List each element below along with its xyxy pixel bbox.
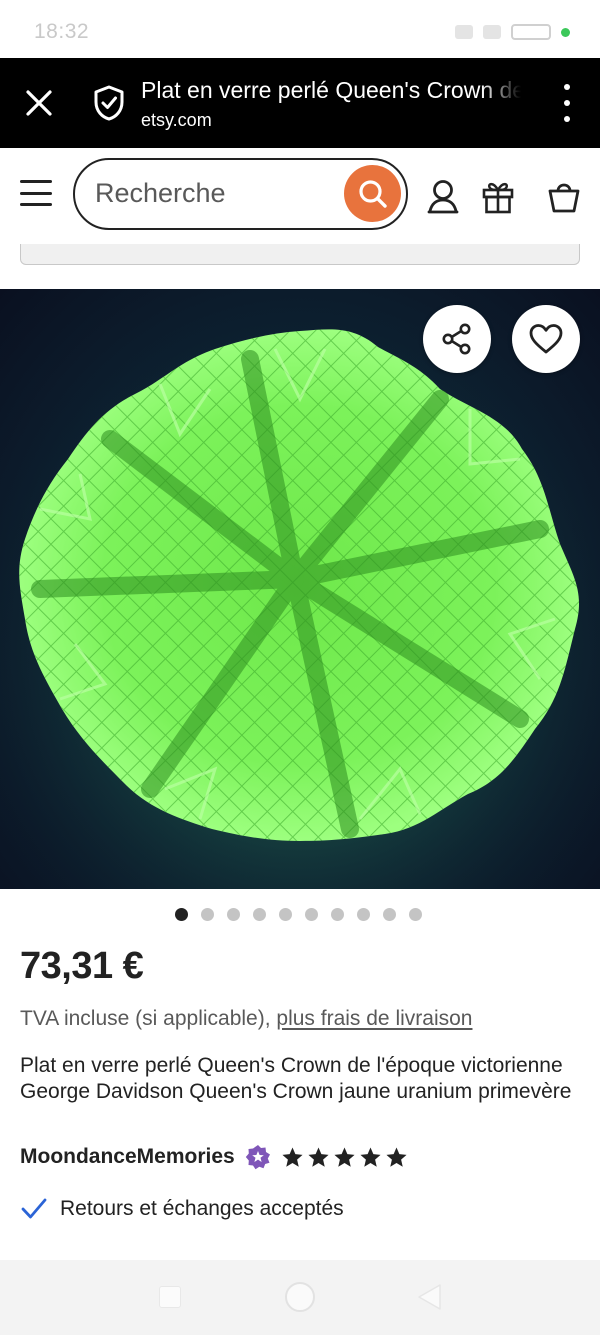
star-icon: [308, 1146, 329, 1167]
collapsed-banner: [20, 244, 580, 265]
shipping-link[interactable]: plus frais de livraison: [276, 1007, 472, 1030]
star-seller-badge-icon[interactable]: [245, 1144, 271, 1170]
battery-icon: [511, 24, 551, 40]
status-time: 18:32: [34, 20, 90, 43]
privacy-indicator-icon: [561, 27, 570, 37]
back-icon[interactable]: [416, 1283, 442, 1311]
carousel-dot[interactable]: [227, 908, 240, 921]
cart-icon[interactable]: [547, 178, 581, 214]
more-vertical-icon[interactable]: [562, 84, 572, 122]
close-icon[interactable]: [22, 86, 56, 120]
carousel-dot[interactable]: [331, 908, 344, 921]
carousel-dot[interactable]: [305, 908, 318, 921]
recent-apps-button[interactable]: [159, 1286, 181, 1308]
price: 73,31 €: [20, 945, 144, 987]
star-icon: [386, 1146, 407, 1167]
shop-row: MoondanceMemories: [20, 1144, 408, 1170]
wifi-icon: [483, 25, 501, 39]
share-icon: [442, 323, 471, 355]
search-bar: [73, 158, 408, 230]
listing-title: Plat en verre perlé Queen's Crown de l'é…: [20, 1054, 572, 1103]
carousel-dot[interactable]: [383, 908, 396, 921]
search-button[interactable]: [344, 165, 401, 222]
share-button[interactable]: [423, 305, 491, 373]
menu-icon[interactable]: [20, 180, 52, 206]
shop-name-link[interactable]: MoondanceMemories: [20, 1145, 235, 1169]
listing-image[interactable]: [0, 289, 600, 889]
status-bar: 18:32: [0, 0, 600, 58]
search-icon: [358, 179, 387, 208]
carousel-dot[interactable]: [201, 908, 214, 921]
carousel-dot[interactable]: [357, 908, 370, 921]
star-icon: [360, 1146, 381, 1167]
returns-text: Retours et échanges acceptés: [60, 1197, 344, 1220]
carousel-dot[interactable]: [253, 908, 266, 921]
carousel-dot[interactable]: [279, 908, 292, 921]
system-navigation-bar: [0, 1260, 600, 1335]
check-icon: [21, 1198, 47, 1219]
star-icon: [334, 1146, 355, 1167]
home-button[interactable]: [285, 1282, 315, 1312]
search-input[interactable]: [95, 178, 335, 209]
status-icons: [455, 24, 570, 40]
heart-icon: [529, 324, 563, 354]
carousel-indicator[interactable]: [175, 908, 422, 921]
product-photo-plate: [0, 289, 600, 889]
page-title: Plat en verre perlé Queen's Crown de l'é…: [141, 77, 521, 104]
page-url: etsy.com: [141, 110, 212, 130]
carousel-dot[interactable]: [175, 908, 188, 921]
browser-toolbar: Plat en verre perlé Queen's Crown de l'é…: [0, 58, 600, 148]
rating-stars[interactable]: [281, 1146, 408, 1169]
site-header: [0, 148, 600, 244]
signal-icon: [455, 25, 473, 39]
favorite-button[interactable]: [512, 305, 580, 373]
star-icon: [282, 1146, 303, 1167]
tax-info: TVA incluse (si applicable), plus frais …: [20, 1007, 472, 1031]
gift-icon[interactable]: [481, 178, 515, 214]
carousel-dot[interactable]: [409, 908, 422, 921]
tax-text: TVA incluse (si applicable),: [20, 1007, 277, 1030]
account-icon[interactable]: [426, 178, 460, 214]
returns-policy: Retours et échanges acceptés: [20, 1196, 344, 1222]
shield-check-icon[interactable]: [92, 84, 126, 122]
